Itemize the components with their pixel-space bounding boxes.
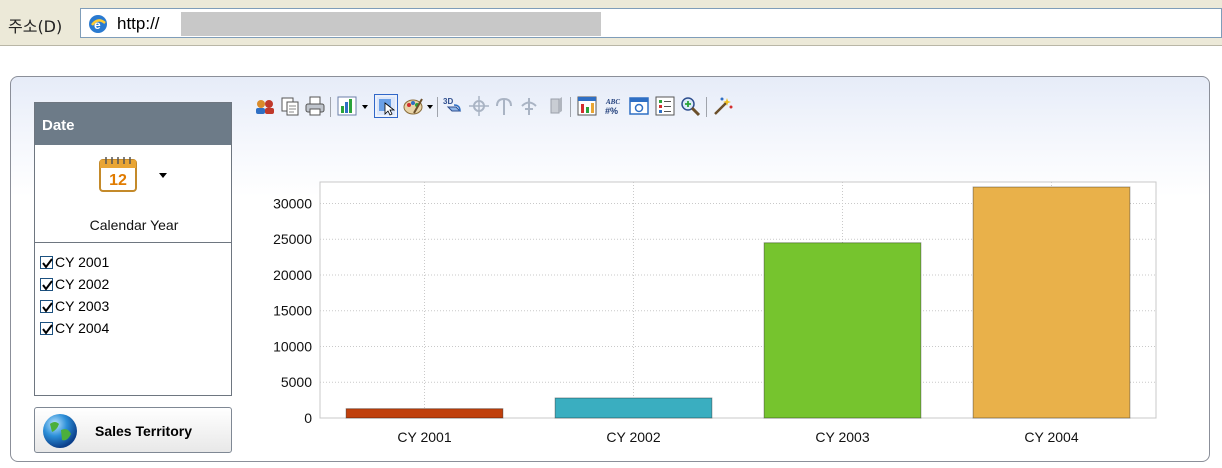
bar-cy-2003 xyxy=(763,242,922,419)
address-label: 주소(D) xyxy=(8,17,63,36)
year-checkbox[interactable] xyxy=(40,255,53,269)
sales-territory-label: Sales Territory xyxy=(95,423,193,439)
y-tick-label: 10000 xyxy=(273,338,312,354)
bar-cy-2004 xyxy=(972,186,1131,419)
depth-icon[interactable] xyxy=(544,95,566,117)
x-tick-label: CY 2003 xyxy=(815,429,869,445)
y-tick-label: 15000 xyxy=(273,303,312,319)
year-label: CY 2002 xyxy=(55,276,110,292)
legend-icon[interactable] xyxy=(654,95,676,117)
svg-text:e: e xyxy=(94,18,101,32)
redacted-url xyxy=(181,12,601,36)
calendar-day-text: 12 xyxy=(109,172,127,189)
year-item[interactable]: CY 2001 xyxy=(40,251,231,273)
toolbar-separator xyxy=(706,97,707,117)
date-filter-panel: Date 12 Calendar Year CY 2001 CY 2002 CY… xyxy=(34,102,232,396)
chart-data-icon[interactable] xyxy=(576,95,598,117)
print-icon[interactable] xyxy=(304,95,326,117)
palette-icon[interactable] xyxy=(402,95,424,117)
chart-toolbar: 3D ABC #% xyxy=(254,94,934,121)
date-filter-header: Date xyxy=(35,103,231,145)
globe-icon xyxy=(43,414,77,448)
year-label: CY 2003 xyxy=(55,298,110,314)
data-labels-sub: #% xyxy=(605,106,618,116)
address-bar: 주소(D) e http:// xyxy=(0,0,1222,46)
y-tick-label: 25000 xyxy=(273,231,312,247)
level-label: Calendar Year xyxy=(89,217,179,233)
olap-chart-panel: 0 5000 10000 15000 20000 25000 30000 CY 2001 CY … xyxy=(10,76,1210,462)
year-checkbox[interactable] xyxy=(40,321,53,335)
sales-territory-button[interactable]: Sales Territory xyxy=(34,407,232,453)
year-item[interactable]: CY 2003 xyxy=(40,295,231,317)
users-icon[interactable] xyxy=(254,95,276,117)
rotate-icon[interactable] xyxy=(493,95,515,117)
palette-dropdown-arrow[interactable] xyxy=(427,105,433,109)
elevate-icon[interactable] xyxy=(518,95,540,117)
year-item[interactable]: CY 2004 xyxy=(40,317,231,339)
level-dropdown-arrow[interactable] xyxy=(159,173,167,178)
wizard-icon[interactable] xyxy=(712,95,734,117)
calendar-icon[interactable]: 12 xyxy=(98,155,138,193)
y-tick-label: 5000 xyxy=(281,374,312,390)
data-labels-icon[interactable]: ABC #% xyxy=(602,95,624,117)
level-selector[interactable]: 12 Calendar Year xyxy=(35,145,231,243)
address-url: http:// xyxy=(117,14,160,33)
data-labels-text: ABC xyxy=(605,98,620,106)
svg-text:3D: 3D xyxy=(443,97,453,106)
chart-type-icon[interactable] xyxy=(336,95,358,117)
move-icon[interactable] xyxy=(468,95,490,117)
year-label: CY 2004 xyxy=(55,320,110,336)
y-tick-label: 0 xyxy=(304,410,312,426)
copy-icon[interactable] xyxy=(279,95,301,117)
toolbar-separator xyxy=(570,97,571,117)
select-icon[interactable] xyxy=(374,94,398,118)
zoom-icon[interactable] xyxy=(679,95,701,117)
chart-type-dropdown-arrow[interactable] xyxy=(362,105,368,109)
year-item[interactable]: CY 2002 xyxy=(40,273,231,295)
x-tick-label: CY 2004 xyxy=(1024,429,1078,445)
bar-cy-2001 xyxy=(345,408,504,419)
year-checkbox-list: CY 2001 CY 2002 CY 2003 CY 2004 xyxy=(35,243,231,339)
x-tick-label: CY 2002 xyxy=(606,429,660,445)
address-input[interactable]: e http:// xyxy=(80,8,1222,38)
year-checkbox[interactable] xyxy=(40,277,53,291)
ie-page-icon: e xyxy=(89,15,107,33)
3d-icon[interactable]: 3D xyxy=(442,95,464,117)
bar-cy-2002 xyxy=(554,397,713,419)
y-tick-label: 20000 xyxy=(273,267,312,283)
toolbar-separator xyxy=(330,97,331,117)
preview-icon[interactable] xyxy=(628,95,650,117)
y-tick-label: 30000 xyxy=(273,195,312,211)
year-checkbox[interactable] xyxy=(40,299,53,313)
x-tick-label: CY 2001 xyxy=(397,429,451,445)
year-label: CY 2001 xyxy=(55,254,110,270)
toolbar-separator xyxy=(437,97,438,117)
